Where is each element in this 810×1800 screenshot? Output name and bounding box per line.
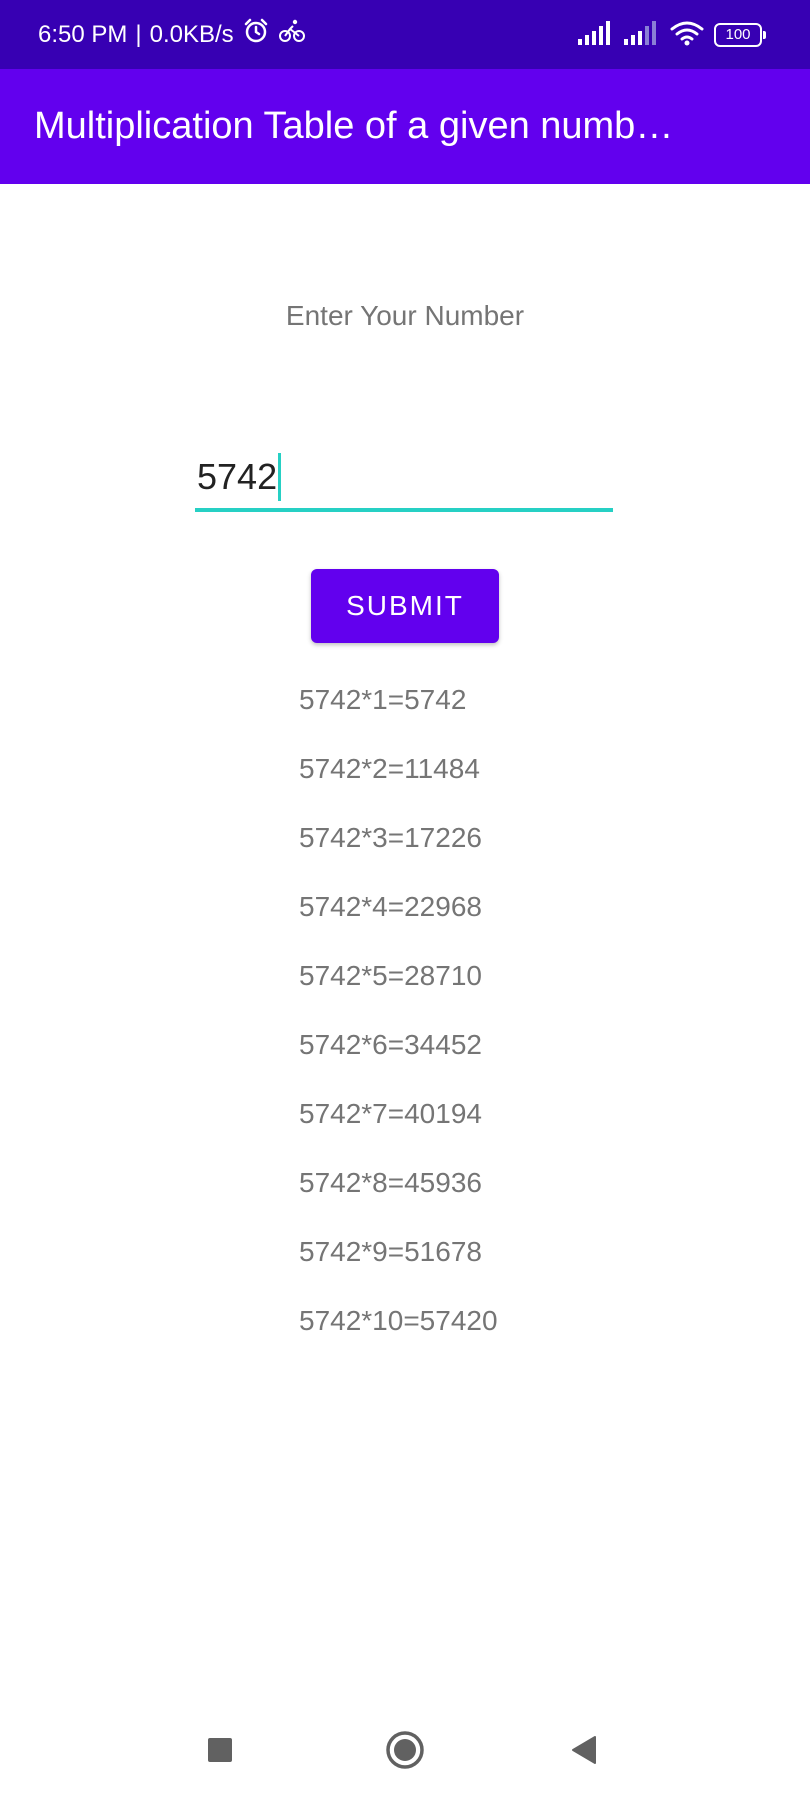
status-right: 100 (578, 0, 766, 69)
results-list: 5742*1=5742 5742*2=11484 5742*3=17226 57… (299, 676, 498, 1366)
result-row: 5742*5=28710 (299, 960, 482, 991)
navigation-bar (0, 1700, 810, 1800)
wifi-icon (670, 20, 704, 50)
result-row: 5742*1=5742 (299, 684, 467, 715)
enter-number-label: Enter Your Number (285, 300, 525, 331)
status-separator: | (135, 20, 142, 48)
number-input-text: 5742 (197, 456, 278, 497)
result-row: 5742*6=34452 (299, 1029, 482, 1060)
text-cursor (278, 453, 282, 501)
recents-icon[interactable] (190, 1700, 250, 1800)
signal-icon (624, 20, 660, 49)
home-icon[interactable] (375, 1700, 435, 1800)
battery-icon: 100 (714, 22, 766, 47)
result-row: 5742*3=17226 (299, 822, 482, 853)
result-row: 5742*10=57420 (299, 1305, 498, 1336)
result-row: 5742*2=11484 (299, 753, 480, 784)
signal-icon (578, 20, 614, 49)
app-screen: 6:50 PM | 0.0KB/s 100 Multiplication Tab… (0, 0, 810, 1800)
submit-button[interactable]: SUBMIT (311, 569, 499, 643)
result-row: 5742*9=51678 (299, 1236, 482, 1267)
status-time: 6:50 PM (38, 20, 128, 48)
app-bar: Multiplication Table of a given numb… (0, 69, 810, 184)
status-net-speed: 0.0KB/s (149, 20, 234, 48)
back-icon[interactable] (554, 1700, 614, 1800)
status-left: 6:50 PM | 0.0KB/s (38, 0, 306, 69)
number-input[interactable]: 5742 (195, 448, 613, 512)
cycling-icon (278, 17, 306, 52)
app-title: Multiplication Table of a given numb… (34, 105, 674, 147)
result-row: 5742*7=40194 (299, 1098, 482, 1129)
number-input-value: 5742 (197, 448, 282, 506)
alarm-icon (242, 17, 270, 52)
status-bar: 6:50 PM | 0.0KB/s 100 (0, 0, 810, 69)
result-row: 5742*8=45936 (299, 1167, 482, 1198)
result-row: 5742*4=22968 (299, 891, 482, 922)
